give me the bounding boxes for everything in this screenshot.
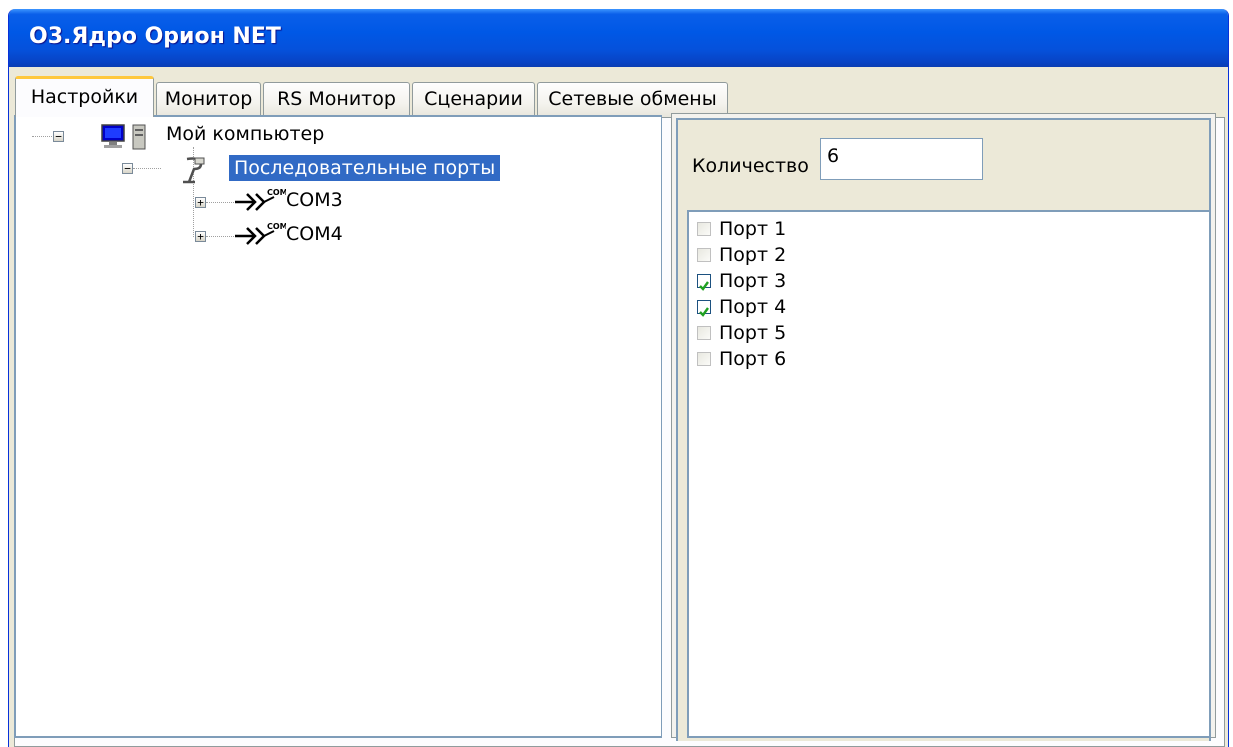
tree-line xyxy=(206,236,234,237)
count-input[interactable]: 6 xyxy=(820,138,983,180)
tree-line xyxy=(133,168,161,169)
window-title: О3.Ядро Орион NET xyxy=(29,24,281,49)
port-label: Порт 2 xyxy=(719,244,787,266)
tab-strip: Настройки Монитор RS Монитор Сценарии Се… xyxy=(9,67,1228,117)
checkmark-icon xyxy=(699,281,709,291)
tab-rs-monitor[interactable]: RS Монитор xyxy=(263,82,410,117)
tab-scenarios[interactable]: Сценарии xyxy=(412,82,535,117)
tab-settings[interactable]: Настройки xyxy=(15,76,154,117)
title-bar[interactable]: О3.Ядро Орион NET xyxy=(9,9,1228,67)
serial-cable-icon xyxy=(179,155,209,185)
port-4-checkbox[interactable] xyxy=(697,300,711,317)
port-2-checkbox[interactable] xyxy=(697,248,711,262)
port-label: Порт 1 xyxy=(719,218,787,240)
tree-node-label: Мой компьютер xyxy=(166,123,325,145)
port-1-checkbox[interactable] xyxy=(697,222,711,236)
tree-node-label: Последовательные порты xyxy=(229,155,501,181)
com-port-icon: COM xyxy=(234,187,288,215)
tree-line xyxy=(32,136,54,137)
count-label: Количество xyxy=(692,155,809,177)
svg-text:COM: COM xyxy=(267,188,286,197)
port-5-checkbox[interactable] xyxy=(697,326,711,340)
port-label: Порт 5 xyxy=(719,322,787,344)
com-port-icon: COM xyxy=(234,221,288,249)
port-label: Порт 6 xyxy=(719,348,787,370)
tab-monitor[interactable]: Монитор xyxy=(156,82,261,117)
port-3-checkbox[interactable] xyxy=(697,274,711,291)
checkmark-icon xyxy=(699,307,709,317)
port-6-checkbox[interactable] xyxy=(697,352,711,366)
tab-network-exchanges[interactable]: Сетевые обмены xyxy=(537,82,728,117)
collapse-ports-toggle[interactable]: − xyxy=(122,163,133,174)
device-tree[interactable]: − Мой компьютер − Последовательные порты… xyxy=(14,115,662,738)
expand-com4-toggle[interactable]: + xyxy=(195,231,206,242)
svg-text:COM: COM xyxy=(267,222,286,231)
expand-com3-toggle[interactable]: + xyxy=(195,197,206,208)
ports-checklist[interactable]: Порт 1 Порт 2 Порт 3 Порт 4 Порт 5 Порт … xyxy=(687,210,1211,738)
collapse-root-toggle[interactable]: − xyxy=(53,131,64,142)
tree-node-label: COM4 xyxy=(286,223,343,245)
computer-icon xyxy=(100,123,160,151)
tree-line xyxy=(206,202,234,203)
port-label: Порт 4 xyxy=(719,296,787,318)
tree-node-label: COM3 xyxy=(286,189,343,211)
port-label: Порт 3 xyxy=(719,270,787,292)
